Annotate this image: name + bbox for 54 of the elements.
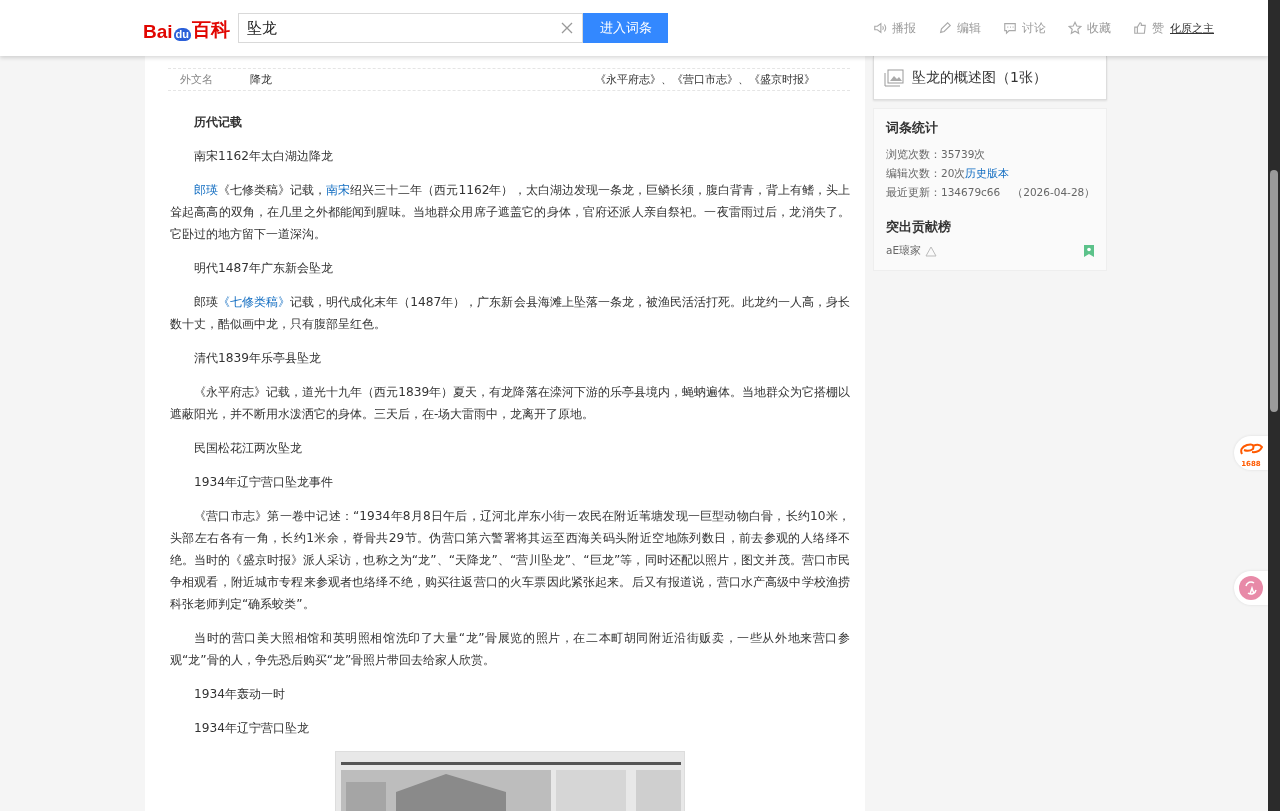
- text-link[interactable]: 南宋: [326, 183, 351, 197]
- info-label: 外文名: [179, 72, 214, 87]
- search-field[interactable]: 坠龙: [238, 13, 583, 43]
- thumbs-up-icon: [1133, 21, 1147, 35]
- album-card[interactable]: 坠龙的概述图（1张）: [873, 56, 1107, 100]
- stat-value: 20次: [941, 166, 966, 181]
- toolbar-action[interactable]: 播报: [873, 19, 916, 37]
- bookmark-icon: [1084, 245, 1094, 257]
- translate-button[interactable]: [1234, 571, 1268, 605]
- scrollbar[interactable]: [1268, 0, 1280, 811]
- subsection-title: 民国松花江两次坠龙: [193, 440, 303, 457]
- enter-entry-button[interactable]: 进入词条: [583, 13, 668, 43]
- stat-value: 35739次: [941, 147, 986, 162]
- stat-label: 编辑次数：: [886, 166, 941, 181]
- user-link[interactable]: 化原之主: [1170, 20, 1214, 36]
- text-link[interactable]: 《七修类稿》: [218, 295, 291, 309]
- pencil-icon: [938, 21, 952, 35]
- toolbar-action[interactable]: 讨论: [1003, 19, 1046, 37]
- triangle-icon: [925, 245, 938, 257]
- clear-icon[interactable]: [561, 22, 573, 34]
- toolbar-action[interactable]: 收藏: [1068, 19, 1111, 37]
- stat-label: 最近更新：: [886, 185, 941, 200]
- chat-icon: [1003, 21, 1017, 35]
- info-value: 《永平府志》、《营口市志》、《盛京时报》: [595, 72, 816, 87]
- paragraph: 《永平府志》记载，道光十九年（西元1839年）夏天，有龙降落在滦河下游的乐亭县境内，蝇蚋遍体。当地群众为它搭棚以遮蔽阳光，并不断用水泼洒它的身体。三天后，在-场大雷雨中，龙离开了原地。: [170, 384, 850, 423]
- image-icon: [884, 68, 904, 87]
- stat-value: 134679c66: [941, 185, 1001, 200]
- paragraph: 郎瑛《七修类稿》记载，南宋绍兴三十二年（西元1162年），太白湖边发现一条龙，巨鳞长须，腹白背青，背上有鳍，头上耸起高高的双角，在几里之外都能闻到腥味。当地群众用席子遮盖它的身体，官府还派人亲自祭祀。一夜雷雨过后，龙消失了。它卧过的地方留下一道深沟。: [170, 182, 850, 243]
- subsection-title: 1934年辽宁营口坠龙事件: [193, 474, 335, 491]
- toolbar-action[interactable]: 编辑: [938, 19, 981, 37]
- paragraph: 郎瑛《七修类稿》记载，明代成化末年（1487年），广东新会县海滩上坠落一条龙，被渔民活活打死。此龙约一人高，身长数十丈，酷似画中龙，只有腹部呈红色。: [170, 294, 850, 333]
- star-icon: [1068, 21, 1082, 35]
- paragraph: 《营口市志》第一卷中记述：“1934年8月8日午后，辽河北岸东小街一农民在附近苇塘发现一巨型动物白骨，长约10米，头部左右各有一角，长约1米余，脊骨共29节。伪营口第六警署将其运至西海关码头附近空地陈列数日，前去参观的人络绎不绝。当时的《盛京时报》派人采访，也称之为“龙”、“天降龙”、“营川坠龙”、“巨龙”等，同时还配以照片，图文并茂。营口市民争相观看，附近城市专程来参观者也络绎不绝，购买往返营口的火车票因此紧张起来。后又有报道说，营口水产高级中学校渔捞科张老师判定“确系蛟类”。: [170, 508, 850, 613]
- section-heading: 历代记载: [193, 114, 243, 131]
- subsection-title: 明代1487年广东新会坠龙: [193, 260, 335, 277]
- album-caption: 坠龙的概述图（1张）: [912, 68, 1047, 87]
- subsection-title: 1934年轰动一时: [193, 686, 287, 703]
- logo-icon: [1239, 442, 1263, 456]
- speaker-icon: [873, 21, 887, 35]
- history-link[interactable]: 历史版本: [965, 164, 1010, 183]
- subsection-title: 1934年辽宁营口坠龙: [193, 720, 311, 737]
- text-link[interactable]: 郎瑛: [194, 183, 219, 197]
- logo[interactable]: Bai du 百科: [143, 13, 231, 43]
- card-title: 突出贡献榜: [886, 218, 952, 236]
- contributor-name[interactable]: aE瓌家: [886, 244, 922, 258]
- subsection-title: 南宋1162年太白湖边降龙: [193, 148, 335, 165]
- info-value: 降龙: [250, 72, 273, 87]
- card-title: 词条统计: [886, 119, 939, 137]
- update-date: （2026-04-28）: [1012, 185, 1096, 200]
- translate-icon: [1239, 576, 1263, 600]
- paragraph: 当时的营口美大照相馆和英明照相馆洗印了大量“龙”骨展览的照片，在二本町胡同附近沿街贩卖，一些从外地来营口参观“龙”骨的人，争先恐后购买“龙”骨照片带回去给家人欣赏。: [170, 630, 850, 669]
- subsection-title: 清代1839年乐亭县坠龙: [193, 350, 323, 367]
- stat-label: 浏览次数：: [886, 147, 941, 162]
- toolbar-action[interactable]: 赞: [1133, 19, 1164, 37]
